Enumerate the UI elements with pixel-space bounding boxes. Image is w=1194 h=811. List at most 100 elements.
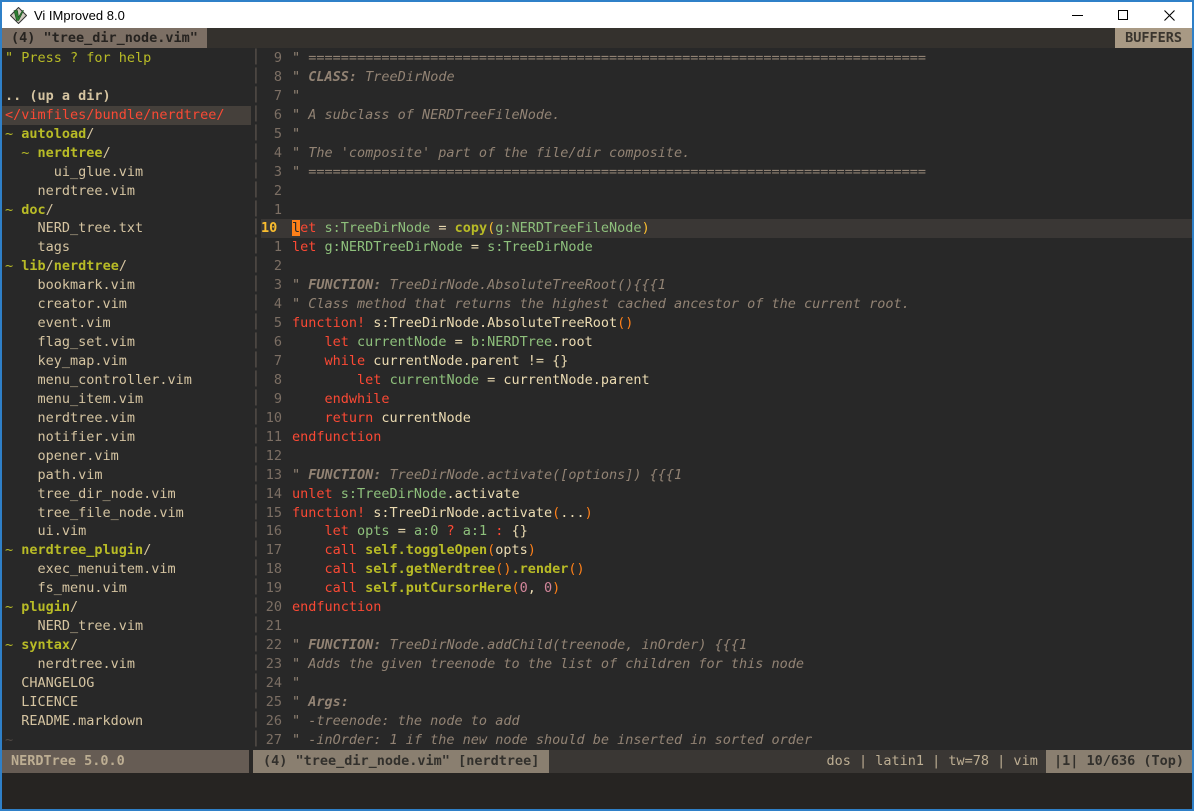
tree-item[interactable]: NERD_tree.txt: [5, 219, 251, 238]
code-line[interactable]: 8 let currentNode = currentNode.parent: [261, 371, 1192, 390]
buffers-label[interactable]: BUFFERS: [1115, 28, 1192, 48]
code-line[interactable]: 5function! s:TreeDirNode.AbsoluteTreeRoo…: [261, 314, 1192, 333]
code-line[interactable]: 2: [261, 257, 1192, 276]
tree-item[interactable]: [5, 68, 251, 87]
code-line[interactable]: 4" Class method that returns the highest…: [261, 295, 1192, 314]
tree-root-item[interactable]: </vimfiles/bundle/nerdtree/: [2, 106, 251, 125]
tree-item[interactable]: LICENCE: [5, 693, 251, 712]
tree-item[interactable]: NERD_tree.vim: [5, 617, 251, 636]
plain-text-text: .activate: [446, 486, 519, 502]
minimize-button[interactable]: [1054, 2, 1100, 28]
code-line[interactable]: 6 let currentNode = b:NERDTree.root: [261, 333, 1192, 352]
paren-orange-text: (): [495, 561, 511, 577]
plain-text-text: [333, 486, 341, 502]
code-line[interactable]: 3" =====================================…: [261, 163, 1192, 182]
tree-item[interactable]: nerdtree.vim: [5, 409, 251, 428]
tree-item[interactable]: path.vim: [5, 466, 251, 485]
tree-item[interactable]: creator.vim: [5, 295, 251, 314]
tree-item[interactable]: flag_set.vim: [5, 333, 251, 352]
code-line[interactable]: 18 call self.getNerdtree().render(): [261, 560, 1192, 579]
code-line[interactable]: 6" A subclass of NERDTreeFileNode.: [261, 106, 1192, 125]
code-line[interactable]: 21: [261, 617, 1192, 636]
nerdtree-open-arrow-text: ~: [5, 126, 21, 142]
code-line[interactable]: 9 endwhile: [261, 390, 1192, 409]
tree-item[interactable]: menu_controller.vim: [5, 371, 251, 390]
tree-item[interactable]: .. (up a dir): [5, 87, 251, 106]
code-line[interactable]: 2: [261, 182, 1192, 201]
code-line[interactable]: 19 call self.putCursorHere(0, 0): [261, 579, 1192, 598]
tree-item[interactable]: ~ doc/: [5, 201, 251, 220]
tree-item[interactable]: ~ plugin/: [5, 598, 251, 617]
current-code-line[interactable]: 10let s:TreeDirNode = copy(g:NERDTreeFil…: [261, 219, 1192, 238]
tree-item[interactable]: ~ syntax/: [5, 636, 251, 655]
tree-item[interactable]: ~ autoload/: [5, 125, 251, 144]
tree-item[interactable]: fs_menu.vim: [5, 579, 251, 598]
tree-item[interactable]: bookmark.vim: [5, 276, 251, 295]
code-line[interactable]: 8" CLASS: TreeDirNode: [261, 68, 1192, 87]
comment-text: " Class method that returns the highest …: [292, 296, 910, 312]
tree-item[interactable]: ~ nerdtree/: [5, 144, 251, 163]
tree-item[interactable]: ~: [5, 731, 251, 750]
tree-item[interactable]: nerdtree.vim: [5, 655, 251, 674]
command-line[interactable]: [2, 773, 1192, 809]
code-line[interactable]: 26" -treenode: the node to add: [261, 712, 1192, 731]
editor-panel[interactable]: 9" =====================================…: [261, 48, 1192, 750]
plain-text-text: .root: [552, 334, 593, 350]
code-line[interactable]: 3" FUNCTION: TreeDirNode.AbsoluteTreeRoo…: [261, 276, 1192, 295]
nerdtree-up-dir-text: .. (up a dir): [5, 88, 111, 104]
tree-item[interactable]: README.markdown: [5, 712, 251, 731]
tree-item[interactable]: ui_glue.vim: [5, 163, 251, 182]
code-line[interactable]: 27" -inOrder: 1 if the new node should b…: [261, 731, 1192, 750]
code-line[interactable]: 17 call self.toggleOpen(opts): [261, 541, 1192, 560]
tree-item[interactable]: " Press ? for help: [5, 49, 251, 68]
plain-text-text: [455, 523, 463, 539]
tree-item[interactable]: key_map.vim: [5, 352, 251, 371]
tree-item[interactable]: nerdtree.vim: [5, 182, 251, 201]
code-line[interactable]: 12: [261, 447, 1192, 466]
code-line[interactable]: 11endfunction: [261, 428, 1192, 447]
comment-text: TreeDirNode.addChild(treenode, inOrder) …: [381, 637, 747, 653]
tree-item[interactable]: tree_file_node.vim: [5, 504, 251, 523]
code-line[interactable]: 9" =====================================…: [261, 49, 1192, 68]
code-line[interactable]: 24": [261, 674, 1192, 693]
tree-item[interactable]: ~ lib/nerdtree/: [5, 257, 251, 276]
code-line[interactable]: 14unlet s:TreeDirNode.activate: [261, 485, 1192, 504]
code-line[interactable]: 7 while currentNode.parent != {}: [261, 352, 1192, 371]
separator-glyph: │: [251, 427, 261, 446]
code-line[interactable]: 23" Adds the given treenode to the list …: [261, 655, 1192, 674]
tree-item[interactable]: notifier.vim: [5, 428, 251, 447]
tree-item[interactable]: exec_menuitem.vim: [5, 560, 251, 579]
nerdtree-slash-text: /: [70, 599, 78, 615]
code-line[interactable]: 25" Args:: [261, 693, 1192, 712]
code-line[interactable]: 7": [261, 87, 1192, 106]
close-button[interactable]: [1146, 2, 1192, 28]
code-line[interactable]: 16 let opts = a:0 ? a:1 : {}: [261, 522, 1192, 541]
tree-item[interactable]: tags: [5, 238, 251, 257]
code-line[interactable]: 10 return currentNode: [261, 409, 1192, 428]
nerdtree-panel[interactable]: " Press ? for help .. (up a dir) </vimfile…: [2, 48, 251, 750]
title-bar[interactable]: Vi IMproved 8.0: [2, 2, 1192, 28]
code-line[interactable]: 20endfunction: [261, 598, 1192, 617]
code-line[interactable]: 15function! s:TreeDirNode.activate(...): [261, 504, 1192, 523]
line-number: 4: [261, 144, 282, 163]
code-line[interactable]: 13" FUNCTION: TreeDirNode.activate([opti…: [261, 466, 1192, 485]
code-line[interactable]: 5": [261, 125, 1192, 144]
tree-item[interactable]: menu_item.vim: [5, 390, 251, 409]
tree-item[interactable]: ui.vim: [5, 522, 251, 541]
tree-item[interactable]: opener.vim: [5, 447, 251, 466]
line-number: 3: [261, 276, 282, 295]
tree-item[interactable]: ~ nerdtree_plugin/: [5, 541, 251, 560]
separator-glyph: │: [251, 521, 261, 540]
tree-item[interactable]: CHANGELOG: [5, 674, 251, 693]
identifier-text: a:0: [414, 523, 438, 539]
tab-tree-dir-node[interactable]: (4) "tree_dir_node.vim": [2, 28, 207, 48]
window-separator[interactable]: │││││││││││││││││││││││││││││││││││││: [251, 48, 261, 750]
keyword-text: function!: [292, 315, 365, 331]
tree-item[interactable]: event.vim: [5, 314, 251, 333]
code-line[interactable]: 4" The 'composite' part of the file/dir …: [261, 144, 1192, 163]
code-line[interactable]: 1: [261, 201, 1192, 220]
maximize-button[interactable]: [1100, 2, 1146, 28]
tree-item[interactable]: tree_dir_node.vim: [5, 485, 251, 504]
code-line[interactable]: 22" FUNCTION: TreeDirNode.addChild(treen…: [261, 636, 1192, 655]
code-line[interactable]: 1let g:NERDTreeDirNode = s:TreeDirNode: [261, 238, 1192, 257]
